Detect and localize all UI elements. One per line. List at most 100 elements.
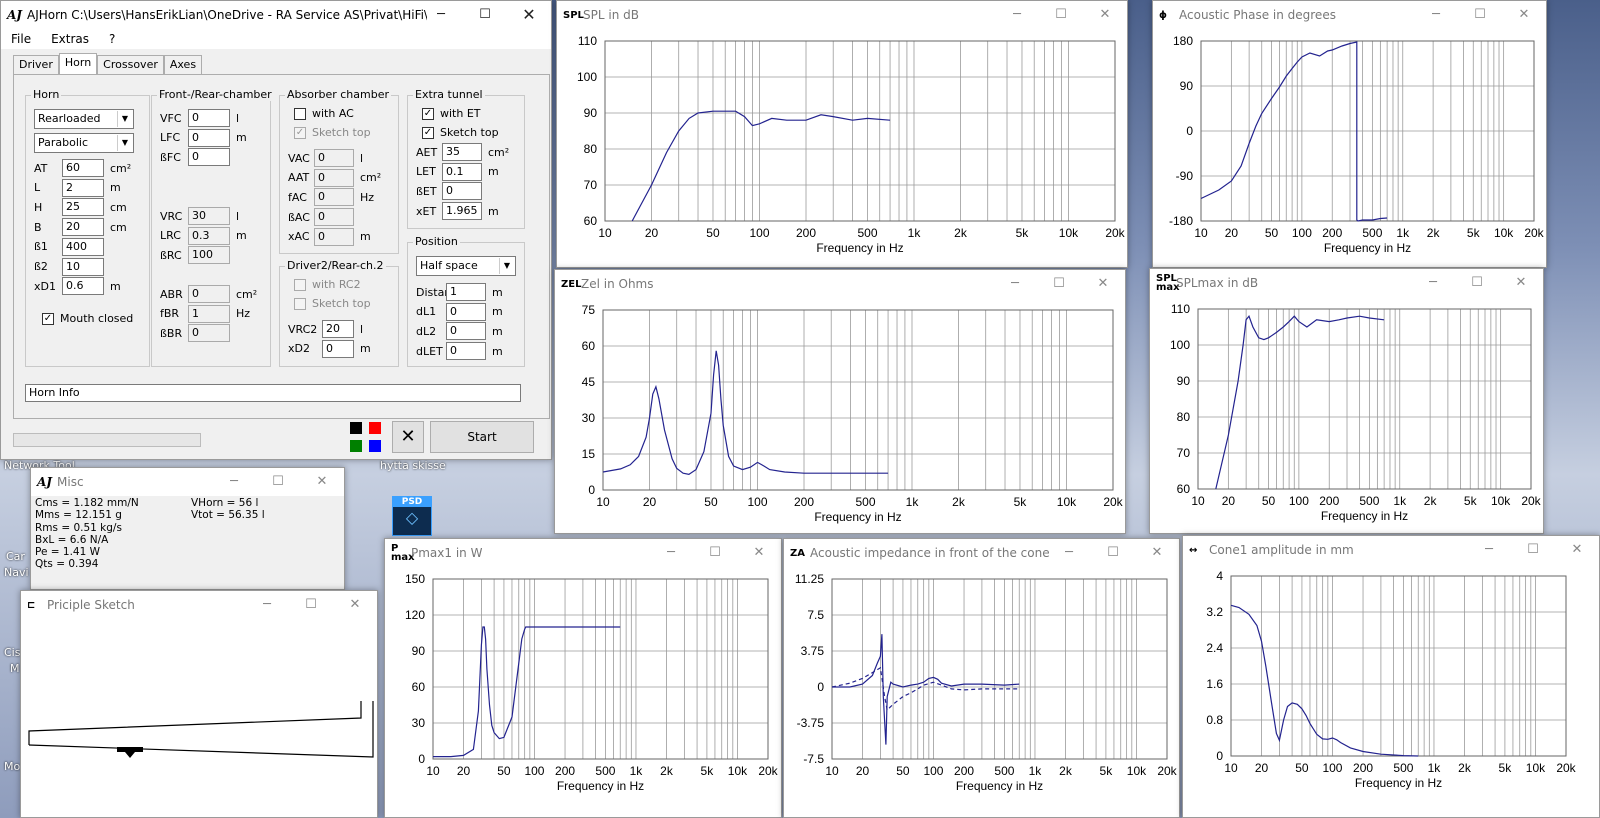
maximize-icon[interactable]: ☐ (256, 468, 300, 496)
close-icon[interactable]: ✕ (737, 539, 781, 567)
with-et-checkbox[interactable]: ✓ with ET (422, 107, 481, 120)
minimize-icon[interactable]: ─ (1467, 536, 1511, 564)
field-input-xac[interactable]: 0 (314, 227, 354, 246)
minimize-icon[interactable]: ─ (995, 1, 1039, 29)
absorber-sketch-top-checkbox[interactable]: ✓ Sketch top (294, 126, 371, 139)
close-icon[interactable]: ✕ (1083, 1, 1127, 29)
tunnel-sketch-top-checkbox[interactable]: ✓ Sketch top (422, 126, 499, 139)
field-input-vrc2[interactable]: 20 (322, 320, 354, 338)
maximize-icon[interactable]: ☐ (1037, 270, 1081, 298)
close-icon[interactable]: ✕ (1499, 269, 1543, 297)
close-icon[interactable]: ✕ (507, 1, 551, 29)
misc-titlebar[interactable]: AJ Misc ─ ☐ ✕ (31, 468, 344, 496)
minimize-icon[interactable]: ─ (1414, 1, 1458, 29)
chart-titlebar[interactable]: ZA Acoustic impedance in front of the co… (784, 539, 1179, 567)
chart-titlebar[interactable]: SPL SPL in dB ─ ☐ ✕ (557, 1, 1127, 29)
horn-type-select[interactable]: Rearloaded ▼ (34, 109, 134, 129)
field-input-ßrc[interactable]: 100 (188, 246, 230, 265)
field-input-vfc[interactable]: 0 (188, 109, 230, 127)
maximize-icon[interactable]: ☐ (1511, 536, 1555, 564)
maximize-icon[interactable]: ☐ (1455, 269, 1499, 297)
tab-axes[interactable]: Axes (163, 55, 203, 74)
close-icon[interactable]: ✕ (1555, 536, 1599, 564)
field-input-ßet[interactable]: 0 (442, 182, 482, 201)
chart-titlebar[interactable]: ZEL Zel in Ohms ─ ☐ ✕ (555, 270, 1125, 298)
field-input-abr[interactable]: 0 (188, 285, 230, 303)
menu-file[interactable]: File (1, 29, 41, 49)
horn-info-field[interactable]: Horn Info (25, 384, 521, 402)
field-input-xd1[interactable]: 0.6 (62, 277, 104, 296)
field-input-let[interactable]: 0.1 (442, 162, 482, 181)
field-input-dl1[interactable]: 0 (446, 302, 486, 321)
maximize-icon[interactable]: ☐ (1039, 1, 1083, 29)
field-input-aet[interactable]: 35 (442, 143, 482, 161)
maximize-icon[interactable]: ☐ (1091, 539, 1135, 567)
desktop-label-mo[interactable]: Mo (4, 760, 20, 773)
field-input-h[interactable]: 25 (62, 198, 104, 217)
maximize-icon[interactable]: ☐ (693, 539, 737, 567)
main-titlebar[interactable]: AJ AJHorn C:\Users\HansErikLian\OneDrive… (1, 1, 551, 29)
field-input-distance[interactable]: 1 (446, 283, 486, 301)
field-input-fbr[interactable]: 1 (188, 304, 230, 323)
close-icon[interactable]: ✕ (1135, 539, 1179, 567)
field-input-dlet[interactable]: 0 (446, 342, 486, 361)
field-input-b[interactable]: 20 (62, 218, 104, 237)
field-input-xet[interactable]: 1.965 (442, 202, 482, 221)
chart-titlebar[interactable]: SPL max SPLmax in dB ─ ☐ ✕ (1150, 269, 1543, 297)
close-icon[interactable]: ✕ (333, 591, 377, 619)
field-input-lfc[interactable]: 0 (188, 128, 230, 147)
tab-driver[interactable]: Driver (13, 55, 59, 74)
desktop-label-hytta-skisse[interactable]: hytta skisse (380, 459, 446, 472)
start-button[interactable]: Start (430, 421, 534, 453)
field-input-vac[interactable]: 0 (314, 149, 354, 167)
close-icon[interactable]: ✕ (1081, 270, 1125, 298)
driver2-sketch-top-checkbox[interactable]: Sketch top (294, 297, 371, 310)
field-input-ß1[interactable]: 400 (62, 237, 104, 256)
field-input-ßbr[interactable]: 0 (188, 324, 230, 343)
field-input-lrc[interactable]: 0.3 (188, 226, 230, 245)
menu-help[interactable]: ? (99, 29, 125, 49)
field-input-vrc[interactable]: 30 (188, 207, 230, 225)
color-swatch-blue[interactable] (369, 440, 381, 452)
psd-file-icon[interactable]: PSD ◇ (392, 496, 432, 536)
minimize-icon[interactable]: ─ (1047, 539, 1091, 567)
tab-horn[interactable]: Horn (58, 53, 98, 75)
field-input-ßfc[interactable]: 0 (188, 148, 230, 167)
field-input-l[interactable]: 2 (62, 178, 104, 197)
sketch-titlebar[interactable]: ⊏ Priciple Sketch ─ ☐ ✕ (21, 591, 377, 619)
field-input-fac[interactable]: 0 (314, 188, 354, 207)
field-input-ßac[interactable]: 0 (314, 208, 354, 227)
maximize-icon[interactable]: ☐ (1458, 1, 1502, 29)
with-rc2-checkbox[interactable]: with RC2 (294, 278, 361, 291)
horn-profile-select[interactable]: Parabolic ▼ (34, 133, 134, 153)
menu-extras[interactable]: Extras (41, 29, 99, 49)
desktop-label-car[interactable]: Car (6, 550, 25, 563)
maximize-icon[interactable]: ☐ (289, 591, 333, 619)
color-swatch-red[interactable] (369, 422, 381, 434)
field-input-aat[interactable]: 0 (314, 168, 354, 187)
desktop-label-cis[interactable]: Cis (4, 646, 20, 659)
desktop-label-m[interactable]: M (10, 662, 20, 675)
desktop-label-navi[interactable]: Navi (4, 566, 29, 579)
maximize-icon[interactable]: ☐ (463, 1, 507, 29)
field-input-ß2[interactable]: 10 (62, 257, 104, 276)
field-input-xd2[interactable]: 0 (322, 339, 354, 358)
minimize-icon[interactable]: ─ (1411, 269, 1455, 297)
chart-titlebar[interactable]: ϕ Acoustic Phase in degrees ─ ☐ ✕ (1153, 1, 1546, 29)
with-ac-checkbox[interactable]: with AC (294, 107, 354, 120)
close-icon[interactable]: ✕ (300, 468, 344, 496)
minimize-icon[interactable]: ─ (993, 270, 1037, 298)
minimize-icon[interactable]: ─ (649, 539, 693, 567)
chart-titlebar[interactable]: P max Pmax1 in W ─ ☐ ✕ (385, 539, 781, 567)
cancel-button[interactable]: ✕ (392, 421, 424, 453)
chart-titlebar[interactable]: ↔ Cone1 amplitude in mm ─ ☐ ✕ (1183, 536, 1599, 564)
field-input-at[interactable]: 60 (62, 159, 104, 177)
close-icon[interactable]: ✕ (1502, 1, 1546, 29)
field-input-dl2[interactable]: 0 (446, 322, 486, 341)
minimize-icon[interactable]: ─ (212, 468, 256, 496)
mouth-closed-checkbox[interactable]: ✓ Mouth closed (42, 312, 133, 325)
color-swatch-green[interactable] (350, 440, 362, 452)
space-select[interactable]: Half space ▼ (416, 256, 516, 276)
minimize-icon[interactable]: ─ (419, 1, 463, 29)
tab-crossover[interactable]: Crossover (97, 55, 164, 74)
